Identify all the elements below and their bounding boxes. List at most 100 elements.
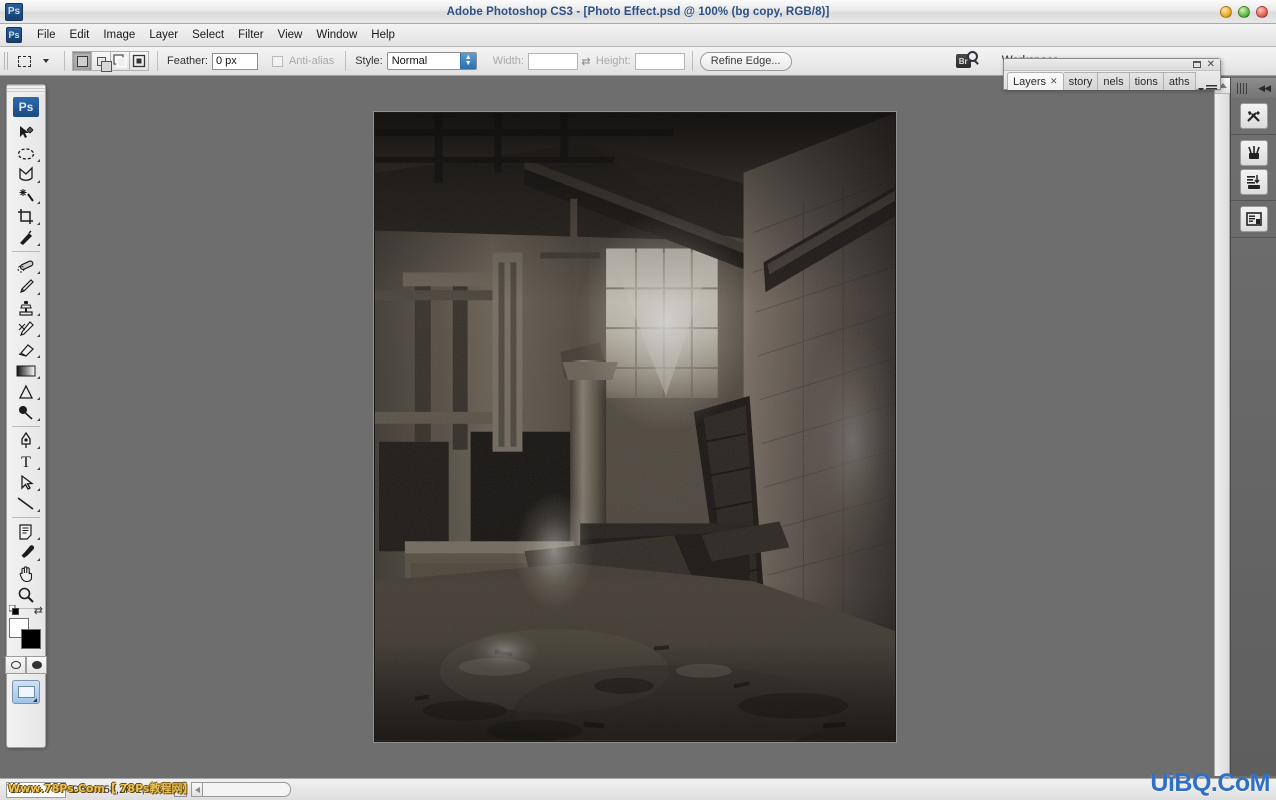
document-work-area[interactable] <box>52 78 1230 776</box>
brushes-icon[interactable] <box>1239 140 1268 166</box>
dock-grip-icon[interactable] <box>1237 82 1247 94</box>
new-selection-icon <box>76 55 88 67</box>
tool-more-indicator <box>37 376 40 379</box>
eraser-tool[interactable] <box>9 339 43 360</box>
feather-input[interactable] <box>211 52 258 70</box>
dodge-tool[interactable] <box>9 402 43 423</box>
subtract-from-selection-button[interactable] <box>110 51 130 71</box>
screen-mode-button[interactable] <box>12 680 40 704</box>
menu-item-view[interactable]: View <box>271 26 310 44</box>
minimize-button[interactable] <box>1220 6 1232 18</box>
swap-width-height-icon[interactable]: ⇄ <box>578 53 594 69</box>
add-to-selection-button[interactable] <box>91 51 112 72</box>
blur-tool[interactable] <box>9 381 43 402</box>
menu-item-image[interactable]: Image <box>96 26 142 44</box>
gradient-tool[interactable] <box>9 360 43 381</box>
style-select-arrows[interactable]: ▲ ▼ <box>459 53 476 69</box>
minimize-icon[interactable] <box>1193 61 1201 68</box>
height-input[interactable] <box>634 52 685 70</box>
character-paragraph-icon[interactable] <box>1239 206 1268 232</box>
tab-history[interactable]: story <box>1063 72 1099 90</box>
zoom-level-input[interactable]: 100% <box>6 781 66 798</box>
line-tool[interactable] <box>9 493 43 514</box>
dodge-icon <box>19 405 33 420</box>
healing-brush-tool[interactable] <box>9 255 43 276</box>
background-color-swatch[interactable] <box>21 629 41 649</box>
tab-actions-label: tions <box>1134 75 1158 88</box>
elliptical-marquee-tool[interactable] <box>9 143 43 164</box>
palette-menu-button[interactable] <box>1198 85 1217 90</box>
new-selection-button[interactable] <box>72 51 92 71</box>
style-select-value: Normal <box>391 55 428 67</box>
divider <box>157 51 158 71</box>
intersect-with-selection-button[interactable] <box>129 51 149 71</box>
palette-titlebar[interactable]: ✕ <box>1004 59 1220 71</box>
tool-more-indicator <box>37 397 40 400</box>
tab-channels[interactable]: nels <box>1098 72 1130 90</box>
tool-more-indicator <box>37 558 40 561</box>
scroll-left-button[interactable] <box>191 782 204 797</box>
scroll-track[interactable] <box>203 782 292 797</box>
tab-layers[interactable]: Layers ✕ <box>1007 72 1064 90</box>
toolbox-grip[interactable] <box>7 85 45 94</box>
brush-icon <box>20 278 34 293</box>
style-label: Style: <box>355 55 383 67</box>
tool-more-indicator <box>37 467 40 470</box>
tool-preset-picker[interactable] <box>35 50 57 72</box>
anti-alias-checkbox[interactable] <box>271 55 283 67</box>
gradient-icon <box>16 365 36 376</box>
go-to-bridge-button[interactable]: Br <box>955 51 978 71</box>
status-menu-button[interactable] <box>174 782 188 797</box>
tab-close-icon[interactable]: ✕ <box>1050 76 1058 87</box>
canvas-horizontal-scrollbar[interactable] <box>191 782 292 797</box>
document-icon[interactable]: Ps <box>6 27 22 43</box>
canvas-vertical-scrollbar[interactable] <box>1214 78 1231 776</box>
tool-presets-icon[interactable] <box>1239 103 1268 129</box>
menu-item-edit[interactable]: Edit <box>63 26 97 44</box>
anti-alias-label: Anti-alias <box>288 55 335 67</box>
layers-palette[interactable]: ✕ Layers ✕ story nels tions aths <box>1003 58 1221 90</box>
close-button[interactable] <box>1256 6 1268 18</box>
pen-tool[interactable] <box>9 430 43 451</box>
collapse-dock-button[interactable]: ◀◀ <box>1258 83 1271 94</box>
triangle-left-icon <box>194 786 200 793</box>
notes-tool[interactable] <box>9 521 43 542</box>
crop-tool[interactable] <box>9 206 43 227</box>
lasso-tool[interactable] <box>9 164 43 185</box>
zoom-tool[interactable] <box>9 584 43 605</box>
menu-item-window[interactable]: Window <box>309 26 364 44</box>
refine-edge-button[interactable]: Refine Edge... <box>699 51 792 71</box>
tab-paths[interactable]: aths <box>1163 72 1196 90</box>
quick-mask-mode-button[interactable] <box>26 656 47 674</box>
slice-tool[interactable] <box>9 227 43 248</box>
eyedropper-tool[interactable] <box>9 542 43 563</box>
window-titlebar: Ps Adobe Photoshop CS3 - [Photo Effect.p… <box>0 0 1276 24</box>
active-tool-icon[interactable] <box>13 50 35 72</box>
dock-header[interactable]: ◀◀ <box>1231 78 1276 98</box>
magic-wand-tool[interactable] <box>9 185 43 206</box>
horizontal-type-tool[interactable]: T <box>9 451 43 472</box>
default-colors-icon[interactable] <box>9 605 19 615</box>
maximize-button[interactable] <box>1238 6 1250 18</box>
brush-tool[interactable] <box>9 276 43 297</box>
move-tool[interactable] <box>9 122 43 143</box>
menu-item-filter[interactable]: Filter <box>231 26 271 44</box>
menu-item-help[interactable]: Help <box>364 26 402 44</box>
menu-item-layer[interactable]: Layer <box>142 26 185 44</box>
path-selection-tool[interactable] <box>9 472 43 493</box>
tab-actions[interactable]: tions <box>1129 72 1164 90</box>
menu-item-file[interactable]: File <box>30 26 63 44</box>
clone-stamp-tool[interactable] <box>9 297 43 318</box>
clone-source-icon[interactable] <box>1239 169 1268 195</box>
pen-icon <box>21 431 31 448</box>
options-bar-grip[interactable] <box>2 50 10 72</box>
swap-colors-icon[interactable]: ⇄ <box>34 604 43 617</box>
standard-mode-button[interactable] <box>5 656 26 674</box>
width-input[interactable] <box>527 52 578 70</box>
history-brush-tool[interactable] <box>9 318 43 339</box>
close-icon[interactable]: ✕ <box>1207 59 1215 70</box>
menu-item-select[interactable]: Select <box>185 26 231 44</box>
style-select[interactable]: Normal ▲ ▼ <box>386 52 477 70</box>
hand-tool[interactable] <box>9 563 43 584</box>
document-canvas[interactable] <box>374 112 896 742</box>
